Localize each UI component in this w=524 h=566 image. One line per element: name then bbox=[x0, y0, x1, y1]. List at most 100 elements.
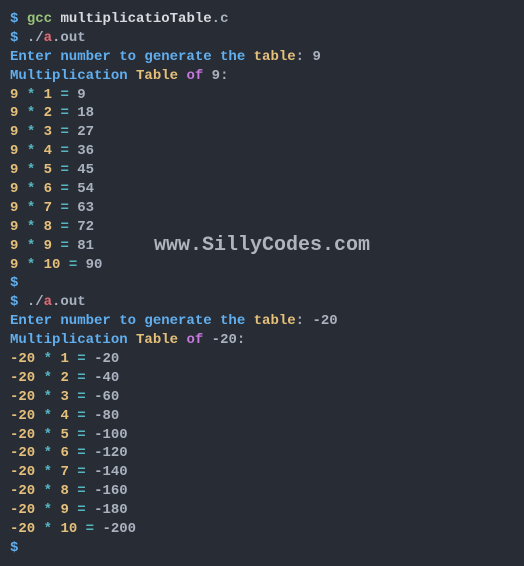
star-op: * bbox=[44, 370, 52, 386]
table-row: 9 * 3 = 27 bbox=[10, 123, 514, 142]
prompt-line: $ bbox=[10, 274, 514, 293]
a-out-a: a bbox=[44, 30, 52, 46]
colon: : bbox=[220, 68, 228, 84]
source-file: multiplicatioTable bbox=[60, 11, 211, 27]
eq-op: = bbox=[77, 502, 85, 518]
result: -140 bbox=[94, 464, 128, 480]
star-op: * bbox=[44, 464, 52, 480]
of-text: of bbox=[186, 332, 203, 348]
star-op: * bbox=[27, 162, 35, 178]
operand-b: 6 bbox=[60, 445, 68, 461]
prompt-line: $ bbox=[10, 539, 514, 558]
enter-text: Enter number to generate the bbox=[10, 49, 245, 65]
star-op: * bbox=[27, 257, 35, 273]
star-op: * bbox=[44, 408, 52, 424]
operand-b: 1 bbox=[60, 351, 68, 367]
colon: : bbox=[296, 313, 304, 329]
operand-b: 10 bbox=[60, 521, 77, 537]
eq-op: = bbox=[69, 257, 77, 273]
operand-b: 5 bbox=[44, 162, 52, 178]
operand-b: 4 bbox=[60, 408, 68, 424]
eq-op: = bbox=[60, 200, 68, 216]
colon: : bbox=[296, 49, 304, 65]
star-op: * bbox=[44, 351, 52, 367]
table-rows-1: 9 * 1 = 99 * 2 = 189 * 3 = 279 * 4 = 369… bbox=[10, 86, 514, 275]
prompt-symbol: $ bbox=[10, 11, 18, 27]
operand-a: -20 bbox=[10, 427, 35, 443]
operand-a: -20 bbox=[10, 502, 35, 518]
eq-op: = bbox=[77, 464, 85, 480]
result: -180 bbox=[94, 502, 128, 518]
result: 18 bbox=[77, 105, 94, 121]
result: -40 bbox=[94, 370, 119, 386]
star-op: * bbox=[27, 143, 35, 159]
table-row: -20 * 5 = -100 bbox=[10, 426, 514, 445]
operand-a: 9 bbox=[10, 143, 18, 159]
table-row: 9 * 8 = 72 bbox=[10, 218, 514, 237]
table-row: -20 * 3 = -60 bbox=[10, 388, 514, 407]
compile-line: $ gcc multiplicatioTable.c bbox=[10, 10, 514, 29]
star-op: * bbox=[27, 87, 35, 103]
terminal-output: $ gcc multiplicatioTable.c $ ./a.out Ent… bbox=[10, 10, 514, 558]
operand-b: 10 bbox=[44, 257, 61, 273]
operand-a: -20 bbox=[10, 351, 35, 367]
operand-a: 9 bbox=[10, 200, 18, 216]
operand-b: 3 bbox=[60, 389, 68, 405]
result: -20 bbox=[94, 351, 119, 367]
enter-text: Enter number to generate the bbox=[10, 313, 245, 329]
operand-b: 5 bbox=[60, 427, 68, 443]
operand-a: 9 bbox=[10, 162, 18, 178]
dot-slash: ./ bbox=[27, 30, 44, 46]
table-row: 9 * 6 = 54 bbox=[10, 180, 514, 199]
operand-a: -20 bbox=[10, 464, 35, 480]
n-value: 9 bbox=[212, 68, 220, 84]
n-value: -20 bbox=[212, 332, 237, 348]
table-text: table bbox=[254, 49, 296, 65]
star-op: * bbox=[27, 219, 35, 235]
table-row: -20 * 10 = -200 bbox=[10, 520, 514, 539]
table-row: -20 * 1 = -20 bbox=[10, 350, 514, 369]
eq-op: = bbox=[60, 238, 68, 254]
operand-b: 8 bbox=[44, 219, 52, 235]
a-out-a: a bbox=[44, 294, 52, 310]
table-row: 9 * 4 = 36 bbox=[10, 142, 514, 161]
operand-b: 8 bbox=[60, 483, 68, 499]
eq-op: = bbox=[60, 181, 68, 197]
table-row: 9 * 2 = 18 bbox=[10, 104, 514, 123]
operand-a: 9 bbox=[10, 238, 18, 254]
eq-op: = bbox=[77, 445, 85, 461]
star-op: * bbox=[27, 238, 35, 254]
a-out-out: .out bbox=[52, 30, 86, 46]
operand-a: 9 bbox=[10, 219, 18, 235]
table-row: -20 * 8 = -160 bbox=[10, 482, 514, 501]
result: -160 bbox=[94, 483, 128, 499]
eq-op: = bbox=[77, 483, 85, 499]
result: 27 bbox=[77, 124, 94, 140]
result: -80 bbox=[94, 408, 119, 424]
result: 54 bbox=[77, 181, 94, 197]
prompt-symbol: $ bbox=[10, 294, 18, 310]
star-op: * bbox=[27, 124, 35, 140]
eq-op: = bbox=[60, 124, 68, 140]
input-value: 9 bbox=[312, 49, 320, 65]
star-op: * bbox=[27, 105, 35, 121]
eq-op: = bbox=[60, 87, 68, 103]
header-1: Multiplication Table of 9: bbox=[10, 67, 514, 86]
operand-a: -20 bbox=[10, 408, 35, 424]
result: 72 bbox=[77, 219, 94, 235]
colon: : bbox=[237, 332, 245, 348]
prompt-symbol: $ bbox=[10, 275, 18, 291]
operand-b: 7 bbox=[44, 200, 52, 216]
eq-op: = bbox=[60, 219, 68, 235]
input-value: -20 bbox=[312, 313, 337, 329]
table-text: Table bbox=[136, 332, 178, 348]
operand-b: 9 bbox=[44, 238, 52, 254]
table-row: 9 * 5 = 45 bbox=[10, 161, 514, 180]
table-row: -20 * 4 = -80 bbox=[10, 407, 514, 426]
eq-op: = bbox=[60, 105, 68, 121]
operand-a: -20 bbox=[10, 521, 35, 537]
eq-op: = bbox=[60, 143, 68, 159]
table-row: 9 * 10 = 90 bbox=[10, 256, 514, 275]
result: 81 bbox=[77, 238, 94, 254]
operand-a: 9 bbox=[10, 124, 18, 140]
